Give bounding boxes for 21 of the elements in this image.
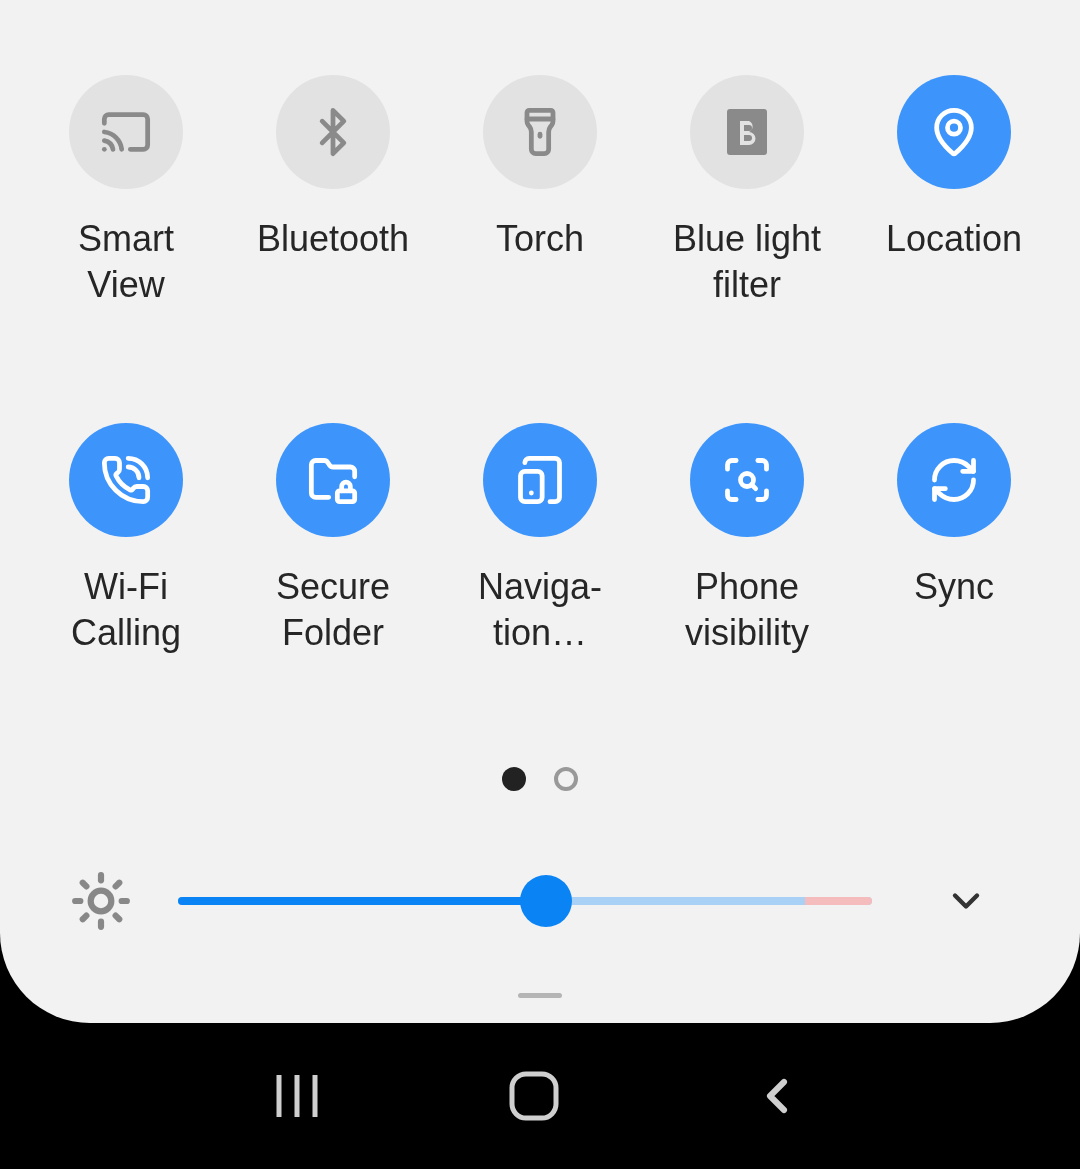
brightness-icon <box>70 870 132 932</box>
tile-label: Phone visibility <box>684 565 810 655</box>
page-dot[interactable] <box>554 767 578 791</box>
tile-label: Smart View <box>77 217 175 307</box>
letter-square-icon <box>725 107 769 157</box>
home-button[interactable] <box>509 1071 559 1121</box>
drag-handle[interactable] <box>518 993 562 998</box>
tile-label: Bluetooth <box>255 217 411 261</box>
tile-label: Blue light filter <box>671 217 823 307</box>
page-dot[interactable] <box>502 767 526 791</box>
phone-icon <box>100 454 152 506</box>
tile-label: Location <box>884 217 1024 261</box>
slider-thumb[interactable] <box>519 875 572 927</box>
warm-segment <box>805 897 872 905</box>
recents-button[interactable] <box>275 1073 319 1119</box>
tile-label: Wi-Fi Calling <box>69 565 183 655</box>
tile-label: Sync <box>912 565 995 609</box>
tile-label: Secure Folder <box>274 565 392 655</box>
tile-label: Naviga- tion… <box>476 565 604 655</box>
tile-label: Torch <box>495 217 585 261</box>
brightness-slider[interactable] <box>178 875 872 927</box>
